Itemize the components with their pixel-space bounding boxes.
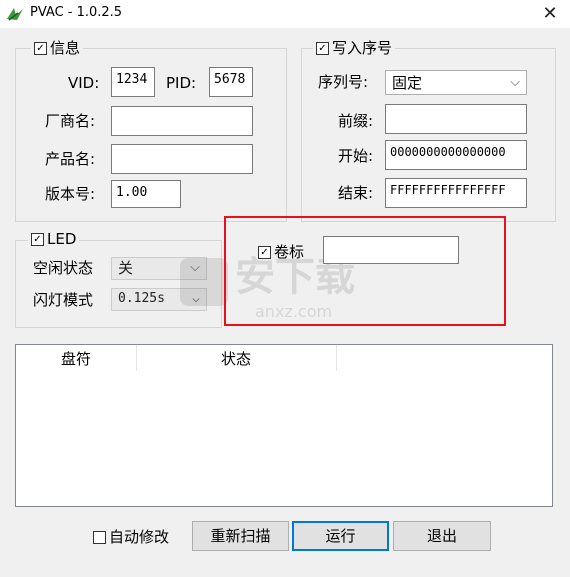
end-label: 结束: — [338, 184, 374, 202]
chevron-down-icon: ⌵ — [510, 75, 520, 90]
serial-legend-label: 写入序号 — [332, 39, 393, 57]
column-separator[interactable] — [336, 345, 337, 371]
serial-mode-value: 固定 — [392, 74, 423, 92]
end-input[interactable]: FFFFFFFFFFFFFFFF — [385, 178, 527, 208]
column-separator[interactable] — [136, 345, 137, 371]
info-checkbox[interactable]: ✓ — [34, 42, 47, 55]
info-legend-label: 信息 — [50, 39, 81, 57]
pid-label: PID: — [166, 74, 197, 92]
window-title: PVAC - 1.0.2.5 — [30, 5, 123, 20]
close-button[interactable]: ✕ — [530, 0, 570, 28]
led-checkbox[interactable]: ✓ — [31, 233, 44, 246]
volume-label-toggle[interactable]: ✓ 卷标 — [258, 241, 304, 263]
version-input[interactable]: 1.00 — [111, 180, 181, 208]
start-input[interactable]: 0000000000000000 — [385, 140, 527, 170]
led-legend[interactable]: ✓ LED — [28, 230, 80, 248]
idle-state-label: 空闲状态 — [33, 259, 94, 277]
vid-input[interactable]: 1234 — [111, 67, 155, 97]
prefix-input[interactable] — [385, 104, 527, 134]
product-label: 产品名: — [45, 150, 96, 168]
serial-legend[interactable]: ✓ 写入序号 — [313, 39, 396, 57]
blink-mode-label: 闪灯模式 — [33, 291, 94, 309]
auto-modify-checkbox[interactable] — [93, 531, 106, 544]
pid-input[interactable]: 5678 — [209, 67, 253, 97]
serial-checkbox[interactable]: ✓ — [316, 42, 329, 55]
volume-input[interactable] — [323, 236, 459, 264]
rescan-button[interactable]: 重新扫描 — [192, 521, 289, 551]
vendor-label: 厂商名: — [45, 112, 96, 130]
column-header-drive[interactable]: 盘符 — [61, 348, 91, 369]
version-label: 版本号: — [45, 185, 96, 203]
run-button[interactable]: 运行 — [292, 521, 389, 551]
auto-modify-label: 自动修改 — [109, 528, 170, 546]
info-legend[interactable]: ✓ 信息 — [31, 39, 84, 57]
highlight-box — [224, 216, 506, 326]
watermark-shield-icon — [180, 258, 228, 306]
vid-label: VID: — [68, 74, 100, 92]
exit-button[interactable]: 退出 — [393, 521, 491, 551]
start-label: 开始: — [338, 147, 374, 165]
volume-label: 卷标 — [274, 243, 305, 261]
serial-mode-label: 序列号: — [318, 73, 369, 91]
blink-mode-value: 0.125s — [118, 291, 165, 306]
vendor-input[interactable] — [111, 106, 253, 136]
prefix-label: 前缀: — [338, 112, 374, 130]
volume-checkbox[interactable]: ✓ — [258, 246, 271, 259]
led-legend-label: LED — [47, 230, 77, 248]
drive-list[interactable]: 盘符 状态 — [15, 344, 553, 507]
auto-modify-toggle[interactable]: 自动修改 — [93, 526, 169, 548]
product-input[interactable] — [111, 144, 253, 174]
idle-state-value: 关 — [118, 259, 134, 277]
serial-mode-select[interactable]: 固定 ⌵ — [385, 70, 527, 95]
list-header — [16, 345, 552, 371]
app-icon — [7, 8, 23, 21]
column-header-status[interactable]: 状态 — [221, 348, 251, 369]
